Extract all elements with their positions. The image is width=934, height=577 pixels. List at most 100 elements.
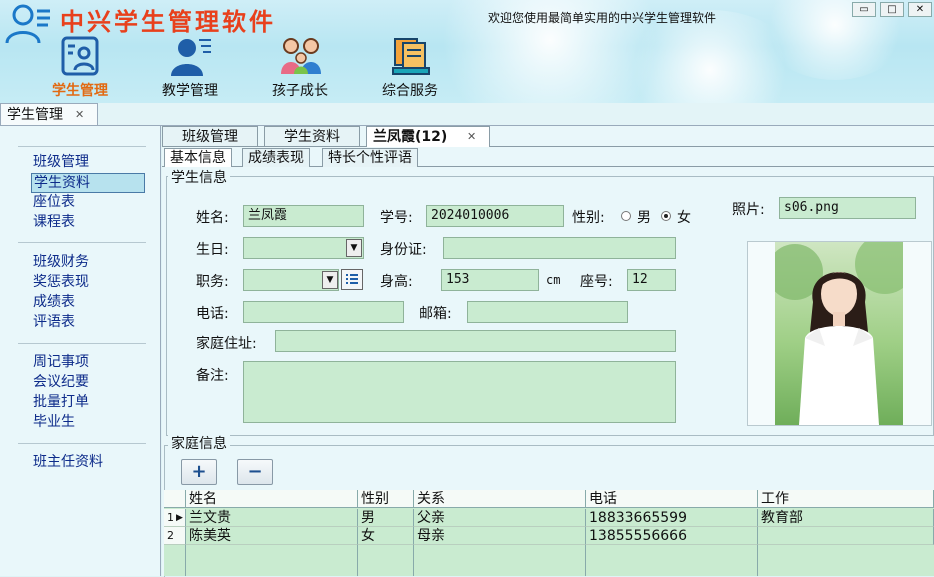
email-label: 邮箱: [419,306,452,322]
table-cell[interactable]: 父亲 [414,509,586,527]
table-cell[interactable]: 母亲 [414,527,586,545]
column-header[interactable]: 姓名 [186,490,358,508]
seat-field[interactable]: 12 [627,269,676,291]
phone-label: 电话: [196,306,229,322]
table-cell[interactable]: 陈美英 [186,527,358,545]
name-field[interactable]: 兰凤霞 [243,205,364,227]
gender-label: 性别: [572,210,605,226]
tab-basic-info[interactable]: 基本信息 [164,148,232,167]
email-field[interactable] [467,301,628,323]
address-label: 家庭住址: [196,336,257,352]
tab-talent-comments[interactable]: 特长个性评语 [322,148,418,167]
sidebar-item-class-management[interactable]: 班级管理 [33,153,89,171]
list-icon [346,274,358,284]
table-cell[interactable]: 女 [358,527,414,545]
welcome-text: 欢迎您使用最简单实用的中兴学生管理软件 [488,11,717,25]
sidebar-item-rewards-penalties[interactable]: 奖惩表现 [33,273,89,291]
sidebar-item-weekly-notes[interactable]: 周记事项 [33,353,89,371]
chevron-down-icon[interactable]: ▼ [346,239,362,257]
sidebar-item-graduates[interactable]: 毕业生 [33,413,75,431]
minimize-button[interactable]: ▭ [852,2,876,17]
remark-field[interactable] [243,361,676,423]
close-button[interactable]: ✕ [908,2,932,17]
gender-male-radio[interactable] [621,211,631,221]
grid-line [585,545,586,576]
column-header[interactable]: 性别 [358,490,414,508]
family-table: 姓名 性别 关系 电话 工作 1 ▶ 兰文贵 男 父亲 18833665599 教… [164,490,934,576]
sidebar-item-comments[interactable]: 评语表 [33,313,75,331]
tab-grade-performance[interactable]: 成绩表现 [242,148,310,167]
sidebar-item-class-finance[interactable]: 班级财务 [33,253,89,271]
teacher-icon [171,39,211,76]
app-header: 中兴学生管理软件 欢迎您使用最简单实用的中兴学生管理软件 ▭ □ ✕ 学生管理 … [0,0,934,103]
close-tab-icon[interactable]: ✕ [75,104,84,126]
phone-field[interactable] [243,301,404,323]
table-cell[interactable]: 13855556666 [586,527,758,545]
idcard-label: 身份证: [380,242,427,258]
nav-label: 孩子成长 [272,83,328,99]
nav-teaching-management[interactable]: 教学管理 [145,36,235,100]
address-field[interactable] [275,330,676,352]
sidebar: 班级管理 学生资料 座位表 课程表 班级财务 奖惩表现 成绩表 评语表 周记事项… [0,126,161,576]
sidebar-item-student-info[interactable]: 学生资料 [31,173,145,193]
row-indicator[interactable]: 2 [164,527,186,545]
gender-female-radio[interactable] [661,211,671,221]
table-cell[interactable]: 教育部 [758,509,934,527]
group-title: 学生信息 [168,167,230,187]
sidebar-item-timetable[interactable]: 课程表 [33,213,75,231]
gender-male-label: 男 [637,210,651,226]
gender-female-label: 女 [677,210,691,226]
close-tab-icon[interactable]: ✕ [467,127,476,147]
seat-label: 座号: [580,274,613,290]
nav-child-growth[interactable]: 孩子成长 [255,36,345,100]
student-id-field[interactable]: 2024010006 [426,205,564,227]
document-tab-strip: 学生管理 ✕ [0,103,934,126]
student-id-label: 学号: [380,210,413,226]
tab-student-record[interactable]: 兰凤霞(12) ✕ [366,126,490,147]
family-icon [281,38,321,74]
row-indicator[interactable]: 1 ▶ [164,509,186,527]
row-number: 1 [167,511,174,524]
divider [18,146,146,147]
table-cell[interactable]: 男 [358,509,414,527]
table-cell[interactable] [758,527,934,545]
sidebar-item-meeting-minutes[interactable]: 会议纪要 [33,373,89,391]
tab-student-info[interactable]: 学生资料 [264,126,360,146]
remove-member-button[interactable]: − [237,459,273,485]
column-header[interactable]: 工作 [758,490,934,508]
nav-label: 教学管理 [162,83,218,99]
sidebar-item-seating-chart[interactable]: 座位表 [33,193,75,211]
chevron-down-icon[interactable]: ▼ [322,271,338,289]
tab-label: 兰凤霞(12) [373,129,448,145]
column-header[interactable]: 关系 [414,490,586,508]
grid-line [413,545,414,576]
grid-line [185,545,186,576]
sidebar-item-head-teacher-info[interactable]: 班主任资料 [33,453,103,471]
student-photo [775,242,903,425]
restore-button[interactable]: □ [880,2,904,17]
height-label: 身高: [380,274,413,290]
student-card-icon [61,36,99,76]
nav-general-service[interactable]: 综合服务 [365,36,455,100]
table-cell[interactable]: 18833665599 [586,509,758,527]
list-picker-button[interactable] [341,269,363,290]
photo-file-field[interactable]: s06.png [779,197,916,219]
height-unit: cm [546,273,561,287]
sidebar-item-batch-print[interactable]: 批量打单 [33,393,89,411]
duty-label: 职务: [196,274,229,290]
table-cell[interactable]: 兰文贵 [186,509,358,527]
row-number: 2 [167,529,174,542]
tab-class-management[interactable]: 班级管理 [162,126,258,146]
birthday-label: 生日: [196,242,229,258]
sidebar-item-grades[interactable]: 成绩表 [33,293,75,311]
height-field[interactable]: 153 [441,269,539,291]
tab-student-management[interactable]: 学生管理 ✕ [0,103,98,125]
add-member-button[interactable]: + [181,459,217,485]
books-icon [392,38,430,75]
idcard-field[interactable] [443,237,676,259]
nav-label: 综合服务 [382,83,438,99]
column-header[interactable]: 电话 [586,490,758,508]
grid-line [357,545,358,576]
nav-student-management[interactable]: 学生管理 [35,36,125,100]
remark-label: 备注: [196,368,229,384]
